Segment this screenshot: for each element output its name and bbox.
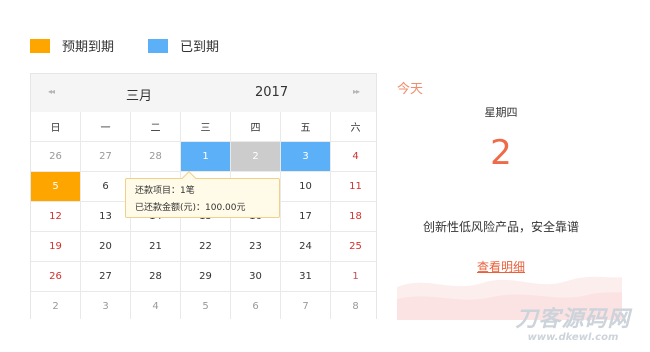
calendar-day-cell[interactable]: 4 [330,141,376,172]
calendar-day-cell[interactable]: 20 [80,231,131,262]
calendar-day-cell[interactable]: 5 [180,291,231,319]
prev-month-icon[interactable]: ◂◂ [48,87,55,96]
calendar-day-cell[interactable]: 21 [130,231,181,262]
calendar-day-cell[interactable]: 1 [330,261,376,292]
calendar-day-cell[interactable]: 10 [280,171,331,202]
calendar-day-cell[interactable]: 30 [230,261,281,292]
calendar-week-row: 2345678 [31,291,376,319]
weekday-header-row: 日一二三四五六 [31,112,376,142]
calendar-day-cell[interactable]: 13 [80,201,131,232]
year-label: 2017 [255,85,289,100]
month-label: 三月 [126,89,153,104]
slogan-text: 创新性低风险产品，安全靠谱 [422,220,579,234]
calendar-day-cell[interactable]: 17 [280,201,331,232]
calendar-day-cell[interactable]: 28 [130,141,181,172]
calendar-day-cell[interactable]: 31 [280,261,331,292]
calendar-day-cell[interactable]: 8 [330,291,376,319]
next-month-icon[interactable]: ▸▸ [353,87,360,96]
calendar-day-cell[interactable]: 28 [130,261,181,292]
weekday-header-cell: 四 [230,112,281,142]
calendar-day-cell[interactable]: 5 [31,171,81,202]
calendar-day-cell[interactable]: 2 [31,291,81,319]
calendar-week-row: 26 27 28 1 2 3 4 [31,141,376,172]
calendar-day-cell[interactable]: 6 [80,171,131,202]
calendar-day-cell[interactable]: 4 [130,291,181,319]
calendar-day-cell[interactable]: 27 [80,261,131,292]
legend-label-expected: 预期到期 [62,40,115,55]
calendar-day-cell[interactable]: 3 [280,141,331,172]
calendar-day-cell[interactable]: 27 [80,141,131,172]
site-watermark: 刀客源码网 www.dkewl.com [508,308,638,344]
calendar-day-cell[interactable]: 2 [230,141,281,172]
tooltip-repaid-amount: 已还款金额(元)：100.00元 [135,203,246,213]
weekday-header-cell: 二 [130,112,181,142]
calendar-day-cell[interactable]: 11 [330,171,376,202]
legend: 预期到期 已到期 [30,36,253,55]
weekday-header-cell: 三 [180,112,231,142]
legend-swatch-expected [30,38,50,53]
calendar-day-cell[interactable]: 22 [180,231,231,262]
watermark-url: www.dkewl.com [527,332,619,343]
calendar-day-cell[interactable]: 29 [180,261,231,292]
legend-swatch-due [148,38,169,53]
legend-label-due: 已到期 [180,40,220,55]
calendar-day-cell[interactable]: 19 [31,231,81,262]
weekday-header-cell: 五 [280,112,331,142]
calendar-header: ◂◂ 三月 2017 ▸▸ [31,74,376,112]
detail-link-container: 查看明细 [397,258,605,275]
legend-item-due: 已到期 [148,36,219,55]
calendar-day-cell[interactable]: 23 [230,231,281,262]
today-label: 今天 [397,82,424,97]
calendar-day-cell[interactable]: 6 [230,291,281,319]
weekday-header-cell: 一 [80,112,131,142]
tooltip-repayment-count: 还款项目：1笔 [135,186,195,196]
calendar-day-cell[interactable]: 25 [330,231,376,262]
weekday-header-cell: 日 [31,112,81,142]
calendar-day-cell[interactable]: 12 [31,201,81,232]
today-day-number: 2 [490,133,512,173]
view-details-link[interactable]: 查看明细 [477,260,525,274]
repayment-tooltip: 还款项目：1笔 已还款金额(元)：100.00元 [125,170,280,218]
calendar-day-cell[interactable]: 18 [330,201,376,232]
calendar-week-row: 26 27 28 29 30 31 1 [31,261,376,292]
calendar-day-cell[interactable]: 1 [180,141,231,172]
calendar-day-cell[interactable]: 24 [280,231,331,262]
watermark-logo-text: 刀客源码网 [515,307,631,332]
calendar-day-cell[interactable]: 26 [31,141,81,172]
calendar-day-cell[interactable]: 7 [280,291,331,319]
calendar-week-row: 19 20 21 22 23 24 25 [31,231,376,262]
calendar-day-cell[interactable]: 3 [80,291,131,319]
calendar-day-cell[interactable]: 26 [31,261,81,292]
weekday-header-cell: 六 [330,112,376,142]
legend-item-expected: 预期到期 [30,36,114,55]
today-weekday: 星期四 [484,106,518,119]
calendar-body: 2627281234567891011121314151617181920212… [31,141,376,319]
